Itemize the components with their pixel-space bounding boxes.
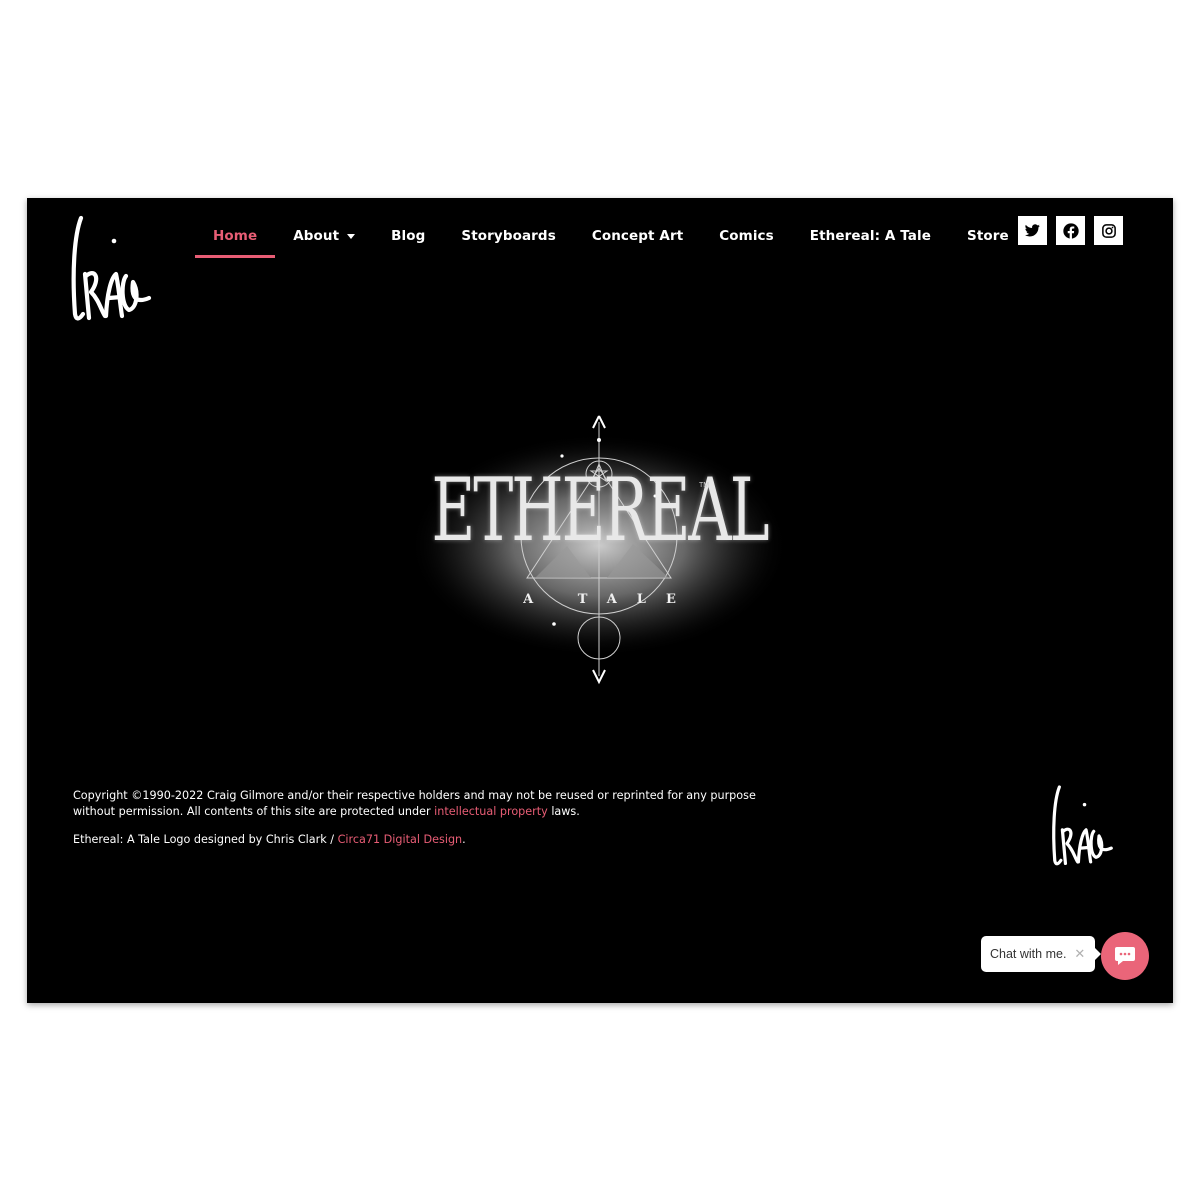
facebook-button[interactable] [1056,216,1085,245]
circa71-link[interactable]: Circa71 Digital Design [338,833,463,846]
instagram-icon [1101,223,1116,238]
nav-item-comics[interactable]: Comics [701,220,792,258]
caret-down-icon [347,233,356,239]
facebook-icon [1062,222,1079,239]
chat-prompt[interactable]: Chat with me. ✕ [981,936,1102,972]
close-icon[interactable]: ✕ [1074,946,1085,962]
nav-item-ethereal[interactable]: Ethereal: A Tale [792,220,949,258]
nav-item-label: Storyboards [461,228,556,244]
site-frame: Home About Blog Storyboards Concept Art … [27,198,1173,1003]
footer-logo[interactable] [1049,784,1117,868]
nav-item-about[interactable]: About [275,220,373,258]
main-nav: Home About Blog Storyboards Concept Art … [195,220,1027,258]
ethereal-logo: ETHEREAL TM A TALE [407,406,792,686]
nav-item-label: Blog [391,228,426,244]
footer-text: Copyright ©1990-2022 Craig Gilmore and/o… [73,788,793,860]
nav-item-home[interactable]: Home [195,220,276,258]
instagram-button[interactable] [1094,216,1123,245]
nav-item-label: Concept Art [591,228,684,244]
hero-subtitle: A TALE [523,592,696,607]
chat-icon [1115,947,1135,965]
chat-prompt-text: Chat with me. [990,947,1067,961]
nav-item-concept-art[interactable]: Concept Art [574,220,701,258]
nav-item-label: About [293,228,340,244]
nav-item-label: Home [213,228,258,244]
nav-item-storyboards[interactable]: Storyboards [443,220,573,258]
twitter-button[interactable] [1018,216,1047,245]
nav-item-blog[interactable]: Blog [373,220,443,258]
nav-item-store[interactable]: Store [949,220,1027,258]
site-logo[interactable] [71,214,153,324]
social-links [1018,216,1123,245]
trademark-mark: TM [699,482,710,489]
hero-title: ETHEREAL [431,460,769,562]
intellectual-property-link[interactable]: intellectual property [434,805,548,818]
nav-item-label: Comics [719,228,774,244]
twitter-icon [1025,224,1040,237]
nav-item-label: Ethereal: A Tale [809,228,931,244]
chat-button[interactable] [1101,932,1149,980]
logo-credit: Ethereal: A Tale Logo designed by Chris … [73,833,466,846]
nav-item-label: Store [967,228,1009,244]
copyright-notice: Copyright ©1990-2022 Craig Gilmore and/o… [73,789,756,818]
